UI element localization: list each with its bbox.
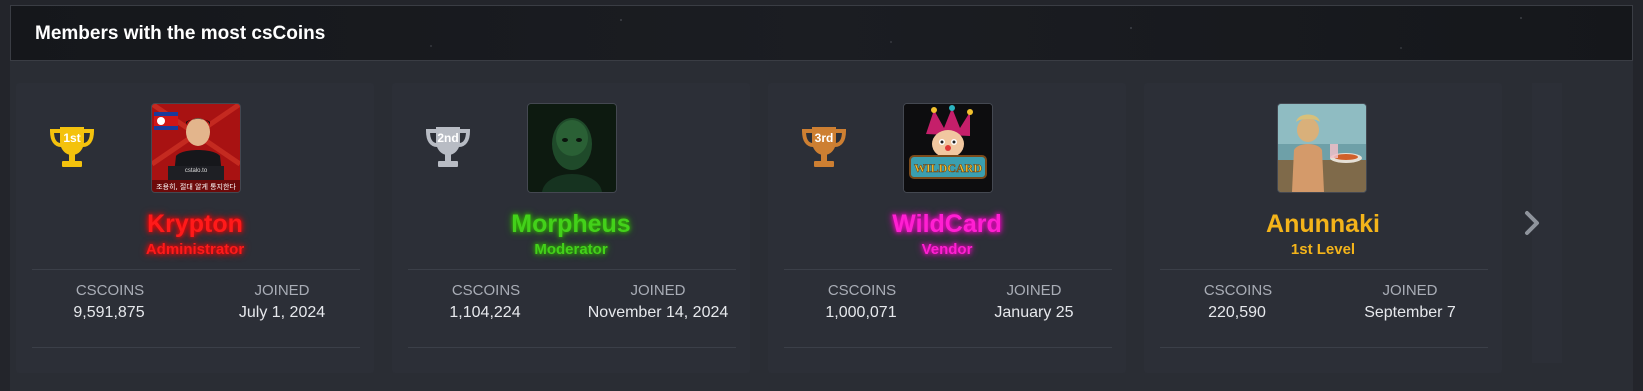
avatar[interactable]: WILDCARD <box>903 103 993 193</box>
rank-label: 3rd <box>815 131 834 145</box>
divider <box>408 269 736 270</box>
joined-value: November 14, 2024 <box>587 304 729 321</box>
coins-label: CSCOINS <box>1203 282 1273 299</box>
coins-label: CSCOINS <box>75 282 145 299</box>
trophy-icon: 1st <box>49 127 95 167</box>
joined-label: JOINED <box>1006 282 1062 299</box>
rank-label: 1st <box>63 131 80 145</box>
joined-value: January 25 <box>994 304 1074 321</box>
member-role: Moderator <box>534 241 608 258</box>
coins-value: 1,104,224 <box>449 304 521 321</box>
joined-label: JOINED <box>254 282 310 299</box>
chevron-right-icon[interactable] <box>1523 210 1541 236</box>
coins-value: 9,591,875 <box>73 304 145 321</box>
member-card-wildcard[interactable]: 3rd WILDCARD WildCard Vendor CSCOINS 1,0… <box>768 83 1126 373</box>
divider <box>32 269 360 270</box>
widget-title: Members with the most csCoins <box>35 23 326 44</box>
member-role: Vendor <box>921 241 973 258</box>
avatar-text: cstalo.to <box>185 168 208 174</box>
divider <box>784 347 1112 348</box>
avatar[interactable]: cstalo.to 조용히, 절대 알게 통지한다 <box>151 103 241 193</box>
avatar-caption: 조용히, 절대 알게 통지한다 <box>156 182 236 191</box>
top-coins-widget: Members with the most csCoins 1st cstalo… <box>10 5 1633 391</box>
member-card-morpheus[interactable]: 2nd Morpheus Moderator CSCOINS 1,104,224… <box>392 83 750 373</box>
divider <box>1160 269 1488 270</box>
member-name[interactable]: Krypton <box>16 210 374 239</box>
member-card-anunnaki[interactable]: Anunnaki 1st Level CSCOINS 220,590 JOINE… <box>1144 83 1502 373</box>
joined-value: July 1, 2024 <box>238 304 326 321</box>
divider <box>1160 347 1488 348</box>
coins-label: CSCOINS <box>827 282 897 299</box>
member-name[interactable]: WildCard <box>768 210 1126 239</box>
coins-value: 1,000,071 <box>825 304 897 321</box>
carousel-next-button[interactable] <box>1512 83 1552 363</box>
avatar[interactable] <box>1277 103 1367 193</box>
member-name[interactable]: Morpheus <box>392 210 750 239</box>
avatar[interactable] <box>527 103 617 193</box>
members-carousel: 1st cstalo.to 조용히, 절대 알게 통지한다 Krypton Ad… <box>16 83 1626 383</box>
trophy-icon: 2nd <box>425 127 471 167</box>
widget-header: Members with the most csCoins <box>10 5 1633 61</box>
divider <box>32 347 360 348</box>
coins-value: 220,590 <box>1208 304 1266 321</box>
coins-label: CSCOINS <box>451 282 521 299</box>
joined-label: JOINED <box>1382 282 1438 299</box>
divider <box>784 269 1112 270</box>
avatar-logo-text: WILDCARD <box>914 161 982 175</box>
rank-label: 2nd <box>437 131 458 145</box>
member-name[interactable]: Anunnaki <box>1144 210 1502 239</box>
member-card-krypton[interactable]: 1st cstalo.to 조용히, 절대 알게 통지한다 Krypton Ad… <box>16 83 374 373</box>
trophy-icon: 3rd <box>801 127 847 167</box>
member-role: Administrator <box>145 241 245 258</box>
joined-label: JOINED <box>630 282 686 299</box>
divider <box>408 347 736 348</box>
member-role: 1st Level <box>1290 241 1356 258</box>
joined-value: September 7 <box>1364 304 1456 321</box>
